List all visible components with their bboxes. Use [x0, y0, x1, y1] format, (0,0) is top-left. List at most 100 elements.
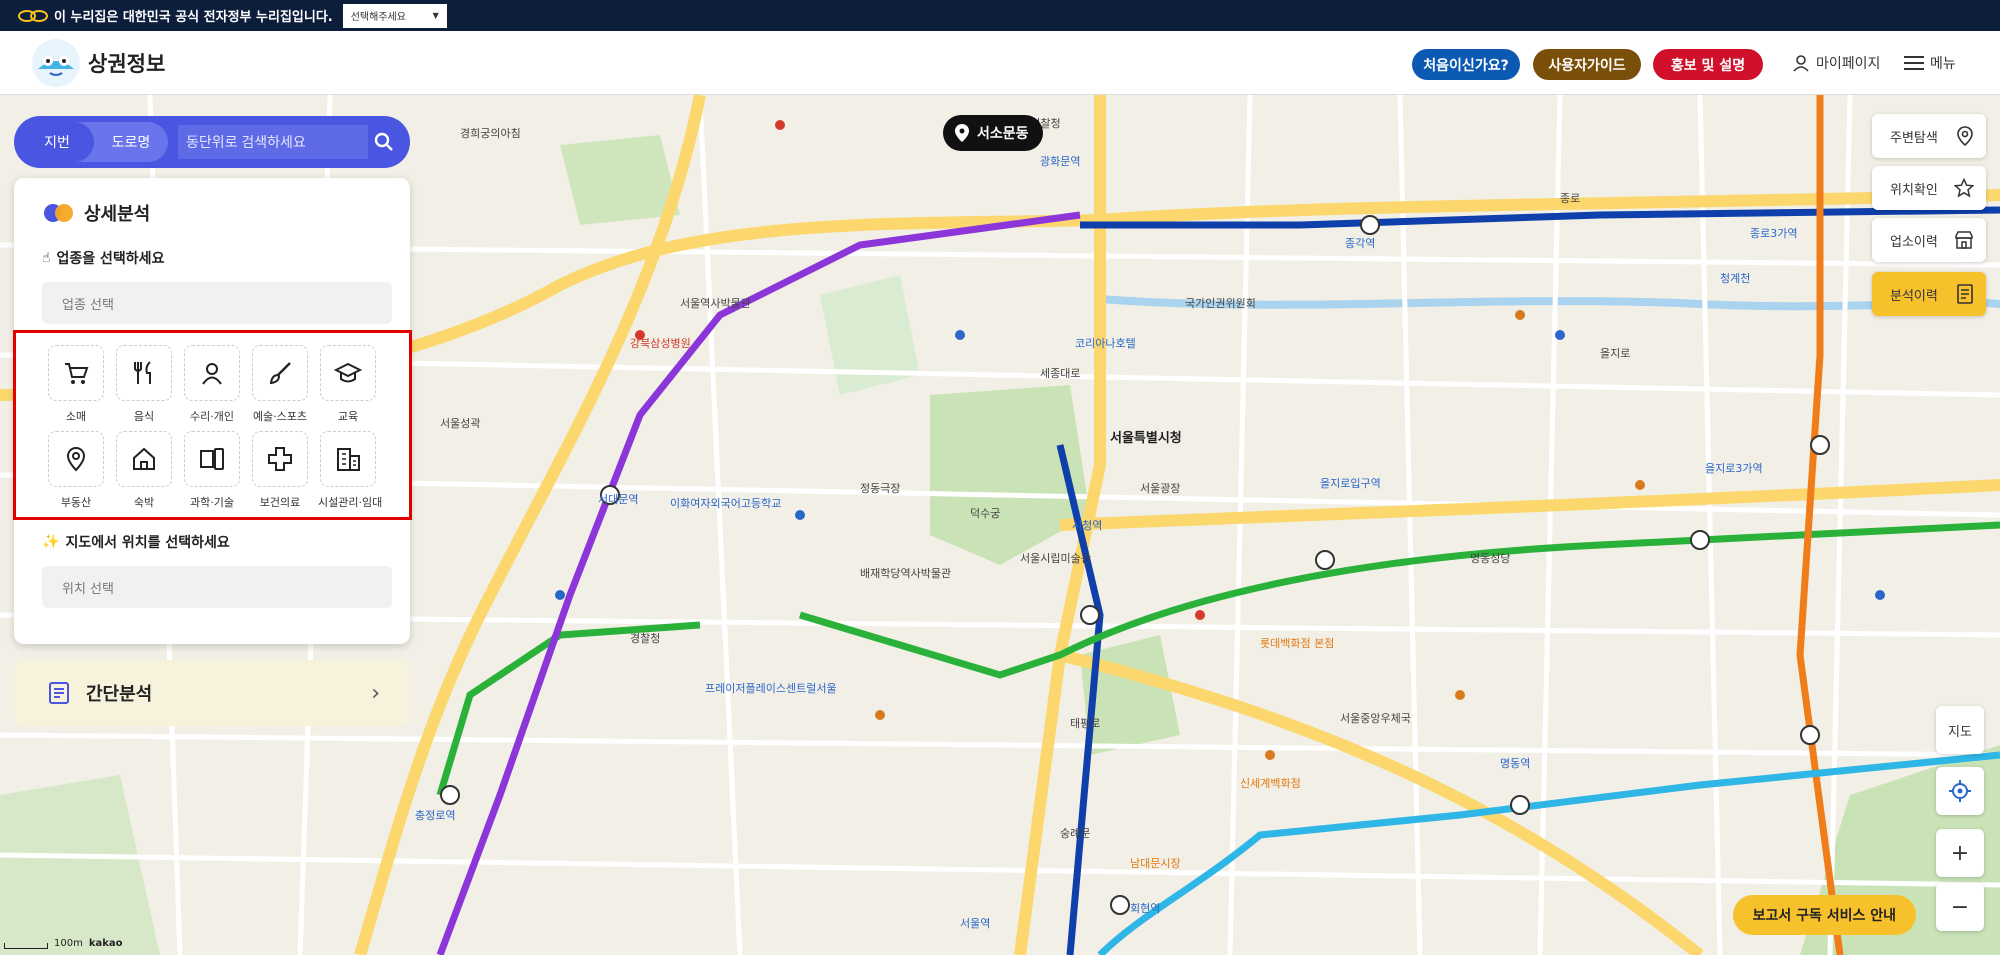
map-label: 세종대로: [1040, 367, 1081, 380]
hamburger-icon: [1904, 56, 1924, 70]
category-label: 보건의료: [259, 496, 301, 509]
industry-section-label: ☝ 업종을 선택하세요: [42, 248, 164, 268]
place-marker-label: 서소문동: [977, 126, 1029, 142]
search-button[interactable]: [368, 126, 400, 158]
house-icon: [116, 431, 172, 487]
zoom-out-icon: −: [1950, 894, 1970, 920]
simple-analysis-button[interactable]: 간단분석 ›: [14, 660, 410, 726]
map-label: 서울역사박물관: [680, 297, 751, 310]
map-label: 국가인권위원회: [1185, 297, 1256, 310]
user-guide-label: 사용자가이드: [1548, 57, 1626, 74]
map-label: 을지로3가역: [1705, 462, 1763, 475]
scale-value: 100m: [54, 938, 83, 949]
location-pin-icon: [48, 431, 104, 487]
category-real-estate[interactable]: 부동산: [46, 431, 106, 510]
map-label: 남대문시장: [1130, 857, 1181, 870]
industry-select-placeholder: 업종 선택: [62, 297, 114, 313]
pin-icon: [1957, 126, 1973, 146]
category-label: 음식: [133, 410, 155, 423]
map-label: 정동극장: [860, 482, 901, 495]
map-label: 종로3가역: [1750, 227, 1798, 240]
place-marker[interactable]: 서소문동: [943, 115, 1043, 151]
category-retail[interactable]: 소매: [46, 345, 106, 424]
menu-button[interactable]: 메뉴: [1904, 53, 1956, 73]
location-select[interactable]: 위치 선택: [42, 566, 392, 608]
pointing-hand-icon: ☝: [42, 250, 51, 266]
category-label: 과학·기술: [190, 496, 234, 509]
category-food[interactable]: 음식: [114, 345, 174, 424]
map-label: 서울중앙우체국: [1340, 712, 1411, 725]
first-time-button[interactable]: 처음이신가요?: [1412, 49, 1520, 80]
current-location-button[interactable]: [1936, 767, 1984, 815]
category-education[interactable]: 교육: [318, 345, 378, 424]
tab-jibun[interactable]: 지번: [20, 122, 94, 162]
map-label: 코리아나호텔: [1075, 337, 1136, 350]
first-time-label: 처음이신가요?: [1423, 57, 1509, 74]
category-facility-rental[interactable]: 시설관리·임대: [318, 431, 382, 510]
map-label: 종각역: [1345, 237, 1376, 250]
category-grid: 소매 음식 수리·개인 예술·스포츠 교육 부동산 숙박 과학·기술 보건의료 …: [13, 330, 412, 520]
report-subscription-label: 보고서 구독 서비스 안내: [1752, 908, 1896, 924]
panel-title-text: 상세분석: [84, 204, 151, 225]
graduation-cap-icon: [320, 345, 376, 401]
search-input[interactable]: [178, 125, 368, 159]
tab-road-name[interactable]: 도로명: [94, 122, 168, 162]
industry-label-text: 업종을 선택하세요: [56, 251, 165, 267]
simple-analysis-label: 간단분석: [86, 684, 153, 705]
map-label: 경희궁의아침: [460, 127, 521, 140]
map-label: 명동성당: [1470, 552, 1511, 565]
category-lodging[interactable]: 숙박: [114, 431, 174, 510]
store-icon: [1955, 231, 1973, 249]
promo-explain-label: 홍보 및 설명: [1670, 57, 1746, 74]
star-icon: [1954, 178, 1974, 198]
location-check-button[interactable]: 위치확인: [1872, 166, 1986, 210]
paintbrush-icon: [252, 345, 308, 401]
brand-logo-icon: [32, 39, 80, 87]
category-repair-personal[interactable]: 수리·개인: [182, 345, 242, 424]
map-type-button[interactable]: 지도: [1936, 706, 1984, 754]
map-label: 롯데백화점 본점: [1260, 637, 1335, 650]
zoom-out-button[interactable]: −: [1936, 883, 1984, 931]
user-guide-button[interactable]: 사용자가이드: [1533, 49, 1641, 80]
analysis-history-button[interactable]: 분석이력: [1872, 272, 1986, 316]
analysis-logo-icon: [44, 204, 74, 222]
gov-select-label: 선택해주세요: [350, 12, 406, 23]
category-label: 소매: [65, 410, 87, 423]
gov-notice-text: 이 누리집은 대한민국 공식 전자정부 누리집입니다.: [54, 10, 333, 25]
map-label: 청계천: [1720, 272, 1751, 285]
mypage-label: 마이페이지: [1816, 56, 1881, 72]
chevron-right-icon: ›: [371, 680, 380, 706]
category-label: 교육: [337, 410, 359, 423]
gov-site-select[interactable]: 선택해주세요 ▼: [342, 3, 447, 28]
map-label: 배재학당역사박물관: [860, 567, 952, 580]
analysis-history-label: 분석이력: [1890, 288, 1938, 304]
category-healthcare[interactable]: 보건의료: [250, 431, 310, 510]
industry-select[interactable]: 업종 선택: [42, 282, 392, 324]
gov-logo-icon: [18, 9, 48, 22]
location-check-label: 위치확인: [1890, 182, 1938, 198]
search-icon: [374, 132, 393, 151]
document-icon: [1957, 284, 1973, 304]
building-icon: [320, 431, 376, 487]
map-label: 태평로: [1070, 717, 1101, 730]
brand[interactable]: 상권정보: [32, 39, 165, 87]
sparkle-icon: ✨: [42, 534, 60, 550]
map-label: 시청역: [1072, 519, 1103, 532]
nearby-search-button[interactable]: 주변탐색: [1872, 114, 1986, 158]
mypage-link[interactable]: 마이페이지: [1792, 53, 1880, 73]
map-label: 충정로역: [415, 809, 456, 822]
location-label-text: 지도에서 위치를 선택하세요: [65, 535, 230, 551]
cart-icon: [48, 345, 104, 401]
store-history-label: 업소이력: [1890, 234, 1938, 250]
map-label: 회현역: [1130, 902, 1161, 915]
map-label: 강북삼성병원: [630, 337, 691, 350]
zoom-in-button[interactable]: +: [1936, 829, 1984, 877]
map-label: 을지로입구역: [1320, 477, 1381, 490]
category-arts-sports[interactable]: 예술·스포츠: [250, 345, 310, 424]
map-scale: 100m kakao: [4, 938, 123, 949]
report-subscription-button[interactable]: 보고서 구독 서비스 안내: [1732, 895, 1916, 935]
promo-explain-button[interactable]: 홍보 및 설명: [1653, 49, 1763, 80]
store-history-button[interactable]: 업소이력: [1872, 218, 1986, 262]
category-science-tech[interactable]: 과학·기술: [182, 431, 242, 510]
category-label: 부동산: [60, 496, 92, 509]
